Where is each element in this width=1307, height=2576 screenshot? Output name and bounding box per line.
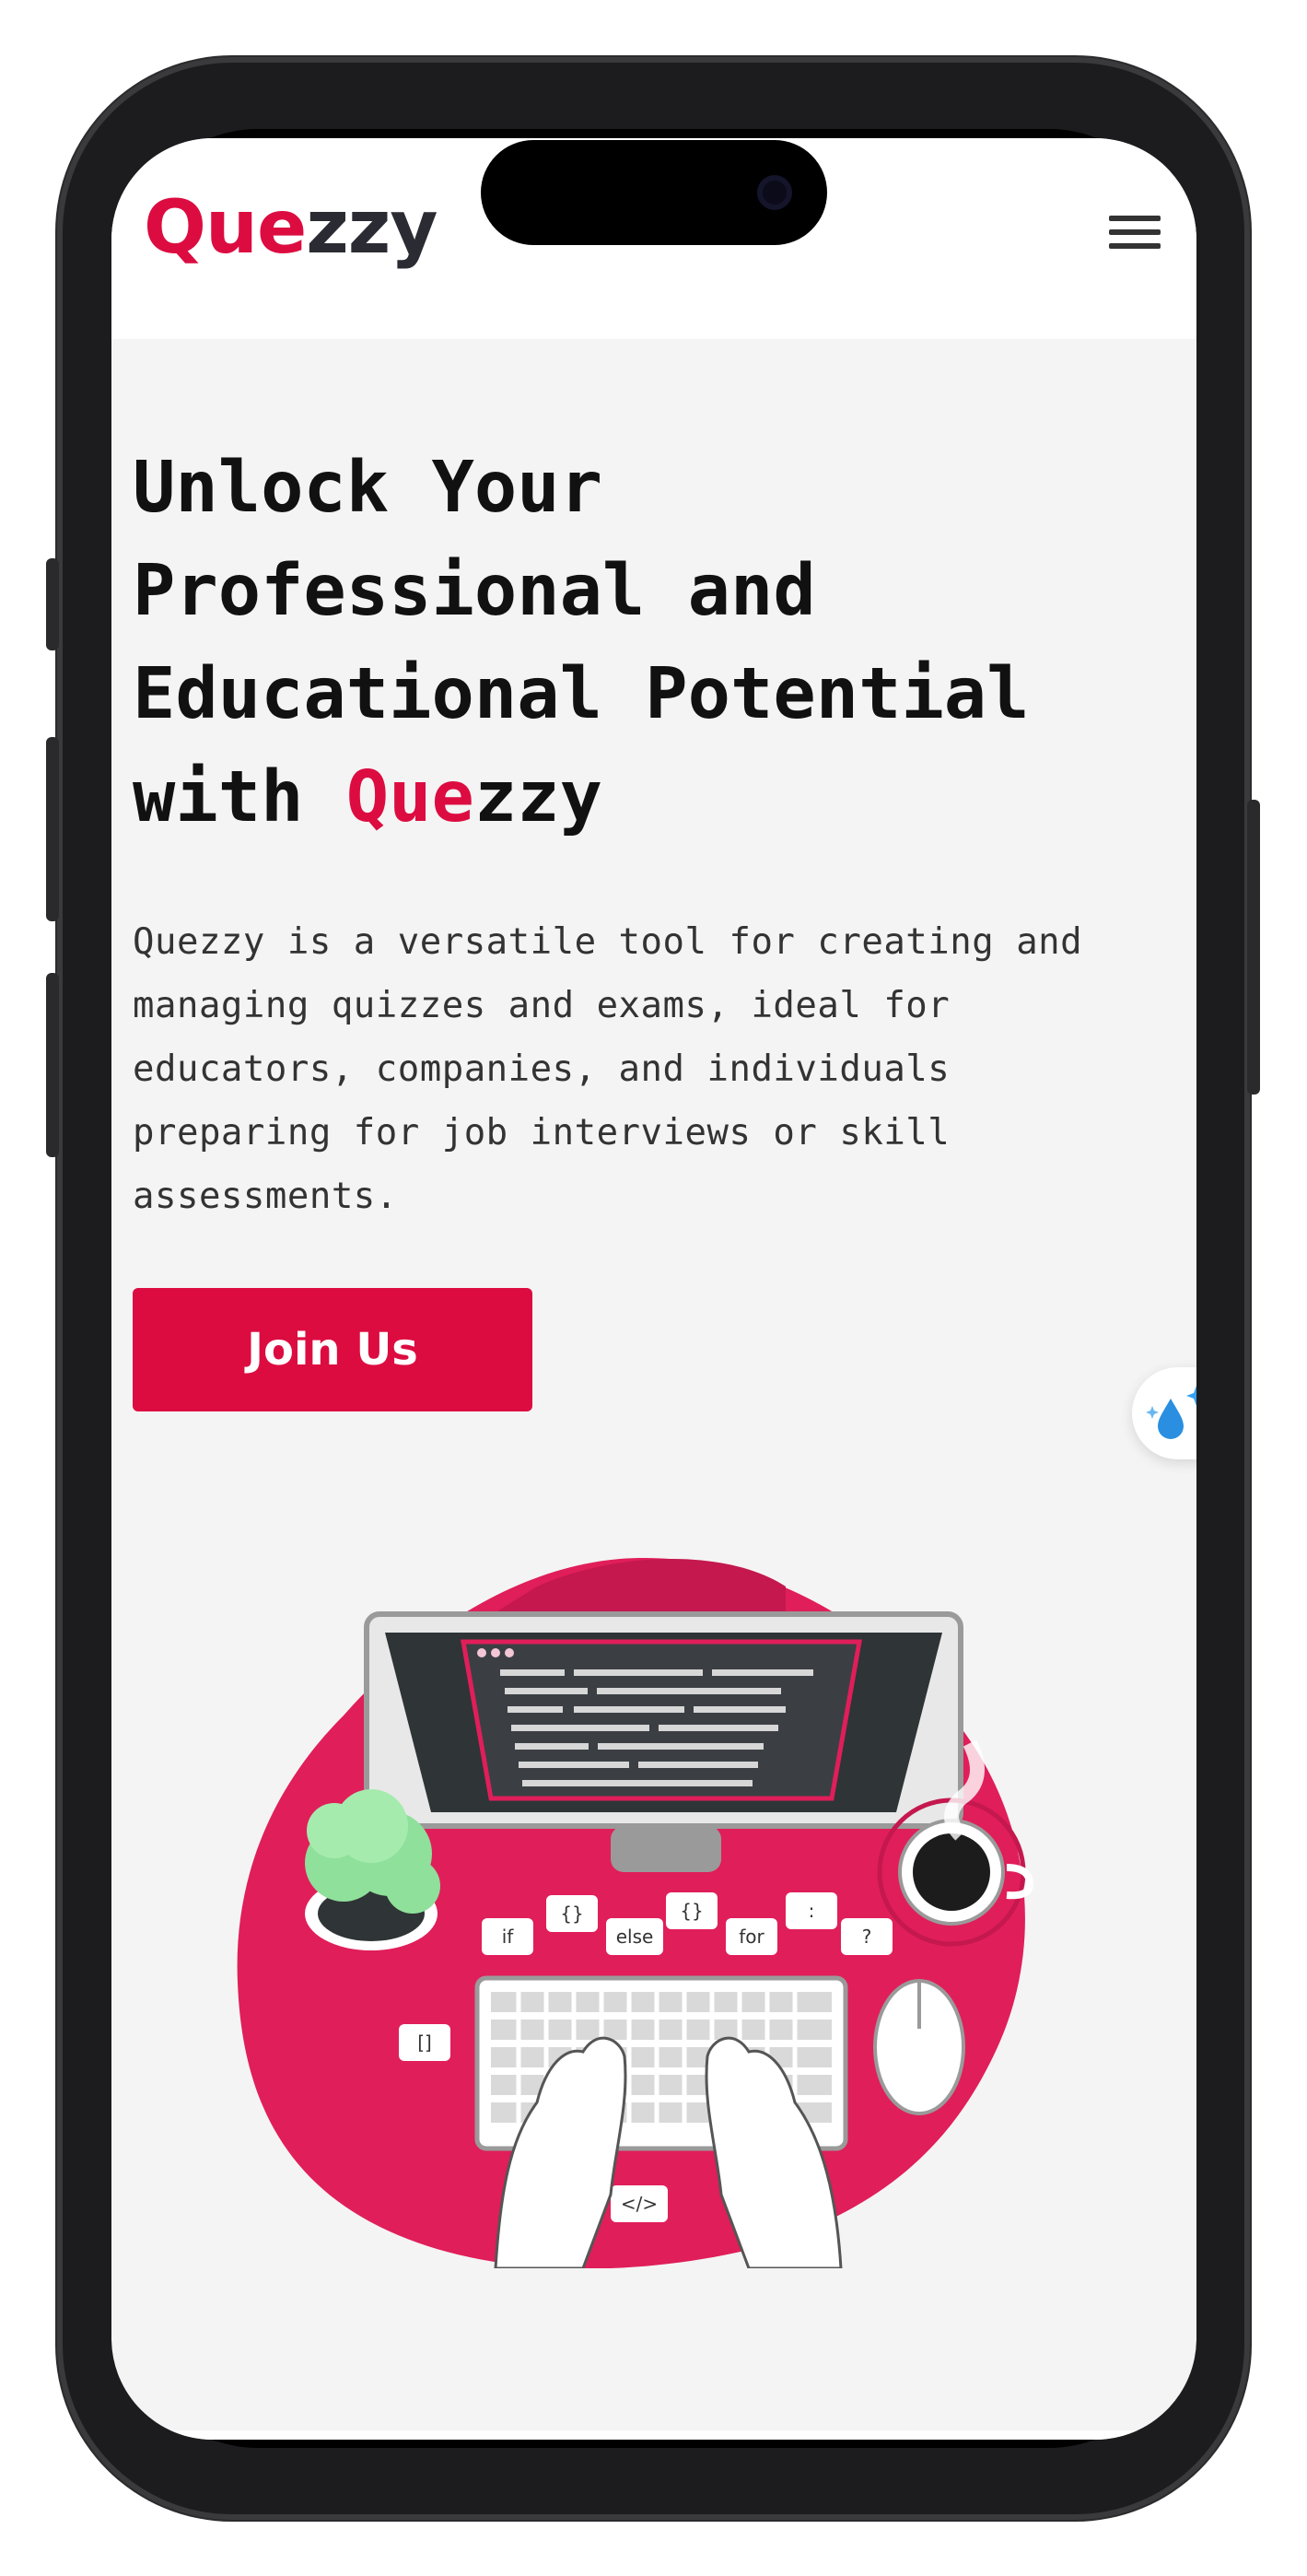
hamburger-menu-icon[interactable]	[1109, 216, 1161, 260]
floating-assistant-widget[interactable]	[1132, 1367, 1196, 1459]
front-camera-icon	[757, 175, 792, 210]
hero-title: Unlock Your Professional and Educational P…	[133, 437, 1173, 849]
bubble-label: </>	[621, 2193, 658, 2215]
bubble-label: if	[502, 1926, 515, 1948]
hero-title-prefix: with	[133, 756, 346, 838]
volume-down-button	[46, 973, 59, 1157]
logo-rest: zzy	[306, 184, 438, 270]
sparkle-drop-icon	[1146, 1386, 1196, 1439]
hero-description: Quezzy is a versatile tool for creating …	[133, 910, 1155, 1228]
hero-title-line: Professional and	[133, 550, 816, 632]
bubble-label: ?	[862, 1926, 872, 1948]
menu-line	[1109, 243, 1161, 249]
bottom-edge	[111, 2430, 1196, 2440]
description-line: assessments.	[133, 1176, 398, 1217]
description-line: Quezzy is a versatile tool for creating …	[133, 921, 1083, 963]
power-button	[1247, 800, 1260, 1095]
bubble-label: []	[417, 2032, 432, 2054]
hero-title-line: Unlock Your	[133, 447, 602, 529]
coding-desk-illustration: if {} else {} for : ? [] </>	[237, 1558, 1034, 2268]
bubble-label: for	[739, 1926, 764, 1948]
action-button	[46, 558, 59, 650]
bubble-label: else	[616, 1926, 654, 1948]
bubble-label: :	[809, 1900, 815, 1922]
bubble-label: {}	[680, 1900, 703, 1922]
join-us-button[interactable]: Join Us	[133, 1288, 532, 1411]
menu-line	[1109, 229, 1161, 235]
logo-accent: Que	[144, 184, 307, 270]
dynamic-island	[481, 140, 827, 245]
description-line: preparing for job interviews or skill	[133, 1112, 951, 1153]
bubble-label: {}	[560, 1903, 583, 1925]
quezzy-logo[interactable]: Quezzy	[144, 184, 438, 270]
hero-title-line: Educational Potential	[133, 653, 1030, 735]
phone-screen: Quezzy Unlock Your Professional and Educat…	[111, 138, 1196, 2440]
menu-line	[1109, 216, 1161, 221]
volume-up-button	[46, 737, 59, 921]
description-line: educators, companies, and individuals	[133, 1048, 951, 1090]
hero-title-brand-accent: Que	[345, 756, 474, 838]
description-line: managing quizzes and exams, ideal for	[133, 985, 951, 1026]
hero-title-brand-rest: zzy	[473, 756, 602, 838]
